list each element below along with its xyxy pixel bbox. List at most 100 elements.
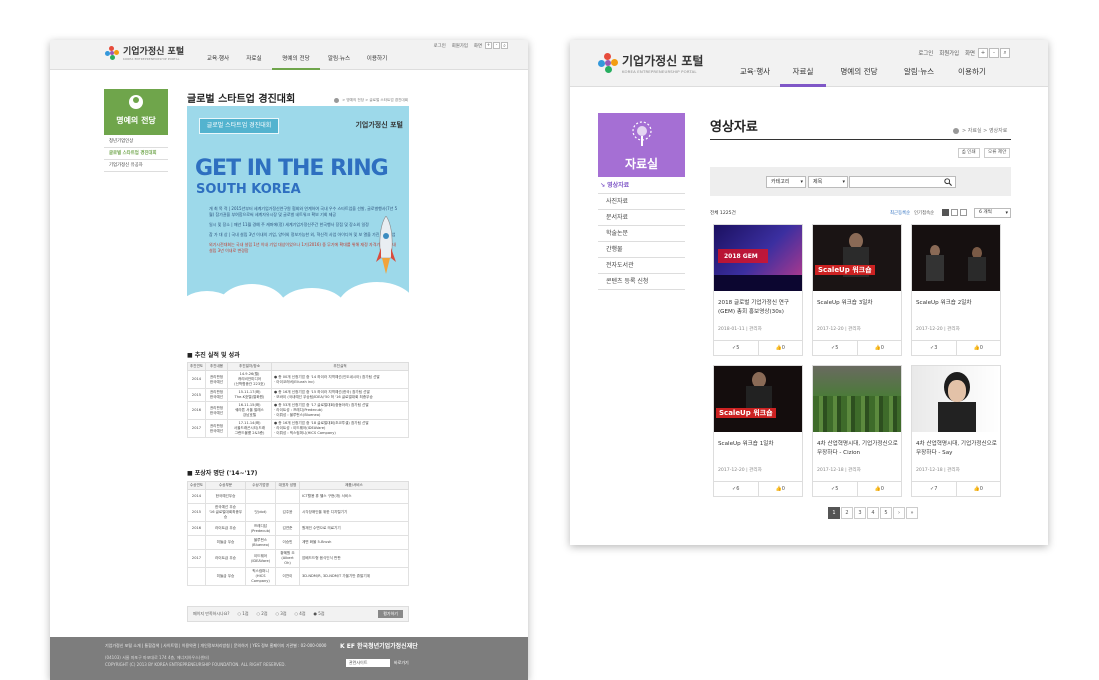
likes-button[interactable]: 👍 0 xyxy=(757,341,803,355)
views-count: ✓ 5 xyxy=(831,486,839,492)
logo-subtext: KOREA ENTREPRENEURSHIP PORTAL xyxy=(622,69,697,74)
video-thumbnail[interactable] xyxy=(912,366,1000,432)
likes-button[interactable]: 👍 0 xyxy=(955,482,1001,496)
search-icon[interactable]: ⌕ xyxy=(501,42,508,49)
grid-view-icon[interactable] xyxy=(942,209,949,216)
card-title[interactable]: ScaleUp 워크숍 3일차 xyxy=(817,299,899,308)
video-card[interactable]: 2018 GEM 2018 글로벌 기업가정신 연구(GEM) 총회 홍보영상(… xyxy=(713,224,803,356)
likes-button[interactable]: 👍 0 xyxy=(856,482,902,496)
left-window: 기업가정신 포털 KOREA ENTREPRENEURSHIP PORTAL 로… xyxy=(50,40,528,680)
video-card[interactable]: ScaleUp 워크숍 ScaleUp 워크숍 3일차 2017-12-20 |… xyxy=(812,224,902,356)
per-page-select[interactable]: 6 개씩 xyxy=(974,208,1011,218)
report-error-button[interactable]: 오류 제안 xyxy=(984,148,1011,158)
video-card[interactable]: 4차 산업혁명시대, 기업가정신으로 무장하다 - Say 2017-12-18… xyxy=(911,365,1001,497)
likes-button[interactable]: 👍 0 xyxy=(955,341,1001,355)
site-logo[interactable]: 기업가정신 포털 KOREA ENTREPRENEURSHIP PORTAL xyxy=(598,52,703,74)
lnb-item-docs[interactable]: 문서자료 xyxy=(598,210,685,226)
nav-item-edu[interactable]: 교육·행사 xyxy=(730,64,780,87)
print-button[interactable]: ⎙ 인쇄 xyxy=(958,148,980,158)
search-input[interactable] xyxy=(849,176,956,188)
rating-submit-button[interactable]: 평가하기 xyxy=(378,610,403,618)
rating-option-2[interactable]: ○ 2점 xyxy=(257,611,268,617)
card-title[interactable]: ScaleUp 워크숍 2일차 xyxy=(916,299,998,308)
page-3[interactable]: 3 xyxy=(854,507,866,519)
last-page-button[interactable]: » xyxy=(906,507,918,519)
video-thumbnail[interactable] xyxy=(813,366,901,432)
section-title-results: ■ 추진 실적 및 성과 xyxy=(187,352,240,359)
nav-item-hall-of-fame[interactable]: 명예의 전당 xyxy=(826,64,892,87)
card-meta: 2017-12-20 | 관리자 xyxy=(718,468,762,473)
login-link[interactable]: 로그인 xyxy=(434,43,446,49)
list-view-icon[interactable] xyxy=(951,209,958,216)
join-link[interactable]: 회원가입 xyxy=(939,49,959,57)
home-icon[interactable] xyxy=(334,98,340,103)
next-page-button[interactable]: › xyxy=(893,507,905,519)
table-row: 2014 권리판정 한국예선 14.9.26(월) 캐리비안미디어 (신학협종관 2… xyxy=(187,370,409,389)
rating-question: 페이지 만족하시나요? xyxy=(193,611,230,616)
nav-item-edu[interactable]: 교육·행사 xyxy=(200,54,236,70)
search-icon[interactable] xyxy=(944,178,952,186)
poster-headline: GET IN THE RING xyxy=(195,156,389,181)
lnb-item-global-startup[interactable]: 글로벌 스타트업 경진대회 xyxy=(104,148,168,160)
page-4[interactable]: 4 xyxy=(867,507,879,519)
detail-view-icon[interactable] xyxy=(960,209,967,216)
lnb-item-submit-content[interactable]: 콘텐츠 등록 신청 xyxy=(598,274,685,290)
related-sites-select[interactable]: 관련사이트 xyxy=(346,659,390,667)
nav-item-hall-of-fame[interactable]: 명예의 전당 xyxy=(272,54,320,70)
field-select[interactable]: 제목 xyxy=(808,176,848,188)
page-2[interactable]: 2 xyxy=(841,507,853,519)
rating-option-5[interactable]: ● 5점 xyxy=(314,611,325,617)
card-title[interactable]: 4차 산업혁명시대, 기업가정신으로 무장하다 - Say xyxy=(916,440,998,458)
nav-item-library[interactable]: 자료실 xyxy=(236,54,272,70)
site-header: 기업가정신 포털 KOREA ENTREPRENEURSHIP PORTAL 로… xyxy=(50,40,528,70)
home-icon[interactable] xyxy=(953,127,959,134)
join-link[interactable]: 회원가입 xyxy=(452,43,468,49)
rating-option-1[interactable]: ○ 1점 xyxy=(238,611,249,617)
nav-item-use[interactable]: 이용하기 xyxy=(358,54,396,70)
search-icon[interactable]: ⌕ xyxy=(1000,48,1010,58)
lnb-item-video[interactable]: ↘ 영상자료 xyxy=(598,178,685,194)
video-thumbnail[interactable]: ScaleUp 워크숍 xyxy=(714,366,802,432)
video-card[interactable]: ScaleUp 워크숍 ScaleUp 워크숍 1일차 2017-12-20 |… xyxy=(713,365,803,497)
likes-button[interactable]: 👍 0 xyxy=(856,341,902,355)
lnb-item-publications[interactable]: 간행물 xyxy=(598,242,685,258)
video-thumbnail[interactable] xyxy=(912,225,1000,291)
card-title[interactable]: 2018 글로벌 기업가정신 연구(GEM) 총회 홍보영상(30s) xyxy=(718,299,800,317)
video-thumbnail[interactable]: ScaleUp 워크숍 xyxy=(813,225,901,291)
video-thumbnail[interactable]: 2018 GEM xyxy=(714,225,802,291)
zoom-in-button[interactable]: + xyxy=(485,42,492,49)
card-title[interactable]: ScaleUp 워크숍 1일차 xyxy=(718,440,800,449)
awards-table: 수상연도 수상부문 수상기업명 대표자 성명 제품/서비스 2014 한국예선우승… xyxy=(187,481,409,586)
satisfaction-rating: 페이지 만족하시나요? ○ 1점 ○ 2점 ○ 3점 ○ 4점 ● 5점 평가하… xyxy=(187,606,409,622)
footer-links[interactable]: 기업가정신 포털 소개 | 통합검색 | 사이트맵 | 이용약관 | 개인정보처… xyxy=(105,643,326,649)
sort-latest[interactable]: 최근등록순 xyxy=(890,210,910,216)
category-select[interactable]: 카테고리 xyxy=(766,176,806,188)
main-nav: 교육·행사 자료실 명예의 전당 알림·뉴스 이용하기 xyxy=(730,64,998,87)
rating-option-3[interactable]: ○ 3점 xyxy=(276,611,287,617)
card-title[interactable]: 4차 산업혁명시대, 기업가정신으로 무장하다 - Cizion xyxy=(817,440,899,458)
page-5[interactable]: 5 xyxy=(880,507,892,519)
lnb-item-elibrary[interactable]: 전자도서관 xyxy=(598,258,685,274)
zoom-out-button[interactable]: - xyxy=(989,48,999,58)
zoom-out-button[interactable]: - xyxy=(493,42,500,49)
likes-button[interactable]: 👍 0 xyxy=(757,482,803,496)
sort-popular[interactable]: 인기접속순 xyxy=(914,210,934,216)
video-card[interactable]: 4차 산업혁명시대, 기업가정신으로 무장하다 - Cizion 2017-12… xyxy=(812,365,902,497)
page-1[interactable]: 1 xyxy=(828,507,840,519)
lnb-item-merit[interactable]: 기업가정신 유공자 xyxy=(104,160,168,172)
video-card[interactable]: ScaleUp 워크숍 2일차 2017-12-20 | 관리자 ✓ 3 👍 0 xyxy=(911,224,1001,356)
zoom-in-button[interactable]: + xyxy=(978,48,988,58)
related-go-button[interactable]: 바로가기 xyxy=(394,659,409,667)
nav-item-use[interactable]: 이용하기 xyxy=(946,64,998,87)
nav-item-library[interactable]: 자료실 xyxy=(780,64,826,87)
login-link[interactable]: 로그인 xyxy=(918,49,933,57)
nav-item-news[interactable]: 알림·뉴스 xyxy=(892,64,946,87)
lnb-item-youth[interactable]: 청년기업인상 xyxy=(104,136,168,148)
nav-item-news[interactable]: 알림·뉴스 xyxy=(320,54,358,70)
rating-option-4[interactable]: ○ 4점 xyxy=(295,611,306,617)
poster-body: 개 최 목 적 | 2015년부터 세계기업가정신연구원 협회와 연계하여 국내… xyxy=(209,206,398,253)
lnb-item-photo[interactable]: 사진자료 xyxy=(598,194,685,210)
lnb-item-papers[interactable]: 학술논문 xyxy=(598,226,685,242)
site-logo[interactable]: 기업가정신 포털 KOREA ENTREPRENEURSHIP PORTAL xyxy=(105,44,184,61)
rocket-icon xyxy=(376,216,396,274)
